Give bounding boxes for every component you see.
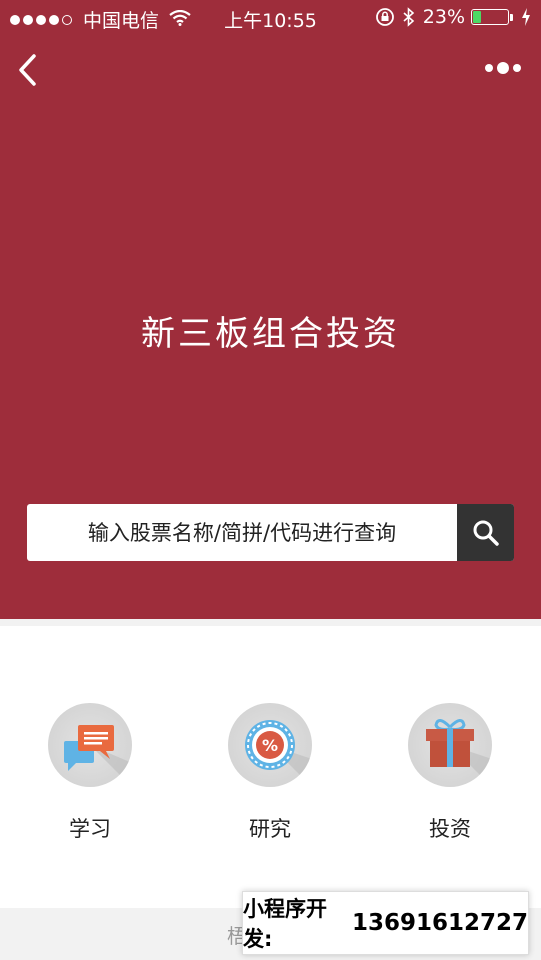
promo-label: 小程序开发:: [243, 897, 327, 951]
promo-phone: 13691612727: [351, 910, 528, 936]
search-button[interactable]: [457, 504, 514, 561]
status-bar: 中国电信 上午10:55 23%: [0, 0, 541, 36]
feature-invest[interactable]: 投资: [400, 703, 500, 843]
feature-research[interactable]: % 研究: [220, 703, 320, 843]
bluetooth-icon: [403, 7, 415, 27]
percent-badge-icon: %: [228, 703, 312, 787]
battery-percent: 23%: [422, 6, 465, 28]
promo-banner[interactable]: 小程序开发: 13691612727: [242, 891, 529, 955]
search-bar: [27, 504, 514, 561]
search-input[interactable]: [27, 504, 457, 561]
hero-banner: 中国电信 上午10:55 23% 新三板组合投资 输入股票名称/简拼/代码进行查…: [0, 0, 541, 619]
status-right: 23%: [367, 6, 531, 28]
gift-box-icon: [408, 703, 492, 787]
chat-bubbles-icon: [48, 703, 132, 787]
more-button[interactable]: [481, 62, 521, 74]
search-icon: [473, 520, 499, 546]
more-dots-icon: [485, 64, 493, 72]
feature-panel: 学习 % 研究 投资: [0, 626, 541, 908]
page-title: 新三板组合投资: [141, 314, 400, 354]
feature-learn-label: 学习: [69, 817, 111, 841]
feature-research-label: 研究: [249, 817, 291, 841]
charging-icon: [521, 8, 531, 26]
back-button[interactable]: [14, 52, 44, 88]
feature-invest-label: 投资: [429, 817, 471, 841]
chevron-left-icon: [19, 54, 36, 86]
svg-text:%: %: [262, 736, 278, 755]
battery-icon: [471, 9, 509, 25]
rotation-lock-icon: [375, 7, 395, 27]
feature-learn[interactable]: 学习: [40, 703, 140, 843]
